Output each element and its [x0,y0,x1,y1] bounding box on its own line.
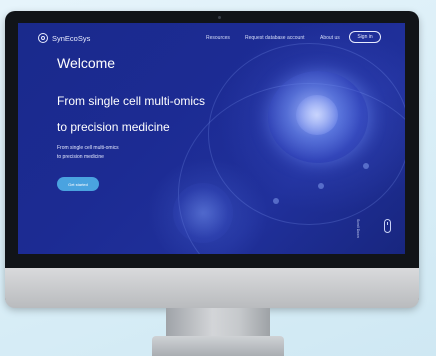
webcam [218,16,221,19]
brand-logo[interactable]: SynEcoSys [38,33,90,43]
monitor-chin [5,268,419,308]
particle [363,163,369,169]
logo-icon [38,33,48,43]
particle [273,198,279,204]
scroll-down-label: Scroll Down [356,219,360,238]
nav-about-us[interactable]: About us [320,35,340,41]
welcome-heading: Welcome [57,55,116,71]
nav-request-account[interactable]: Request database account [245,35,305,41]
get-started-button[interactable]: Get started [57,177,99,191]
hero-headline-line1: From single cell multi-omics [57,94,206,108]
particle [318,183,324,189]
monitor-stand-base [152,336,284,356]
hero-subtext-line1: From single cell multi-omics [57,145,119,151]
brand-name: SynEcoSys [52,33,91,43]
cell-illustration-small [173,183,233,243]
nav-resources[interactable]: Resources [206,35,230,41]
sign-in-button[interactable]: Sign in [349,31,381,43]
hero-subtext-line2: to precision medicine [57,154,104,160]
scroll-mouse-icon[interactable] [384,219,391,233]
cell-nucleus [296,95,338,135]
browser-screen: SynEcoSys Resources Request database acc… [18,23,405,254]
cell-illustration [268,71,368,163]
hero-headline-line2: to precision medicine [57,120,170,134]
